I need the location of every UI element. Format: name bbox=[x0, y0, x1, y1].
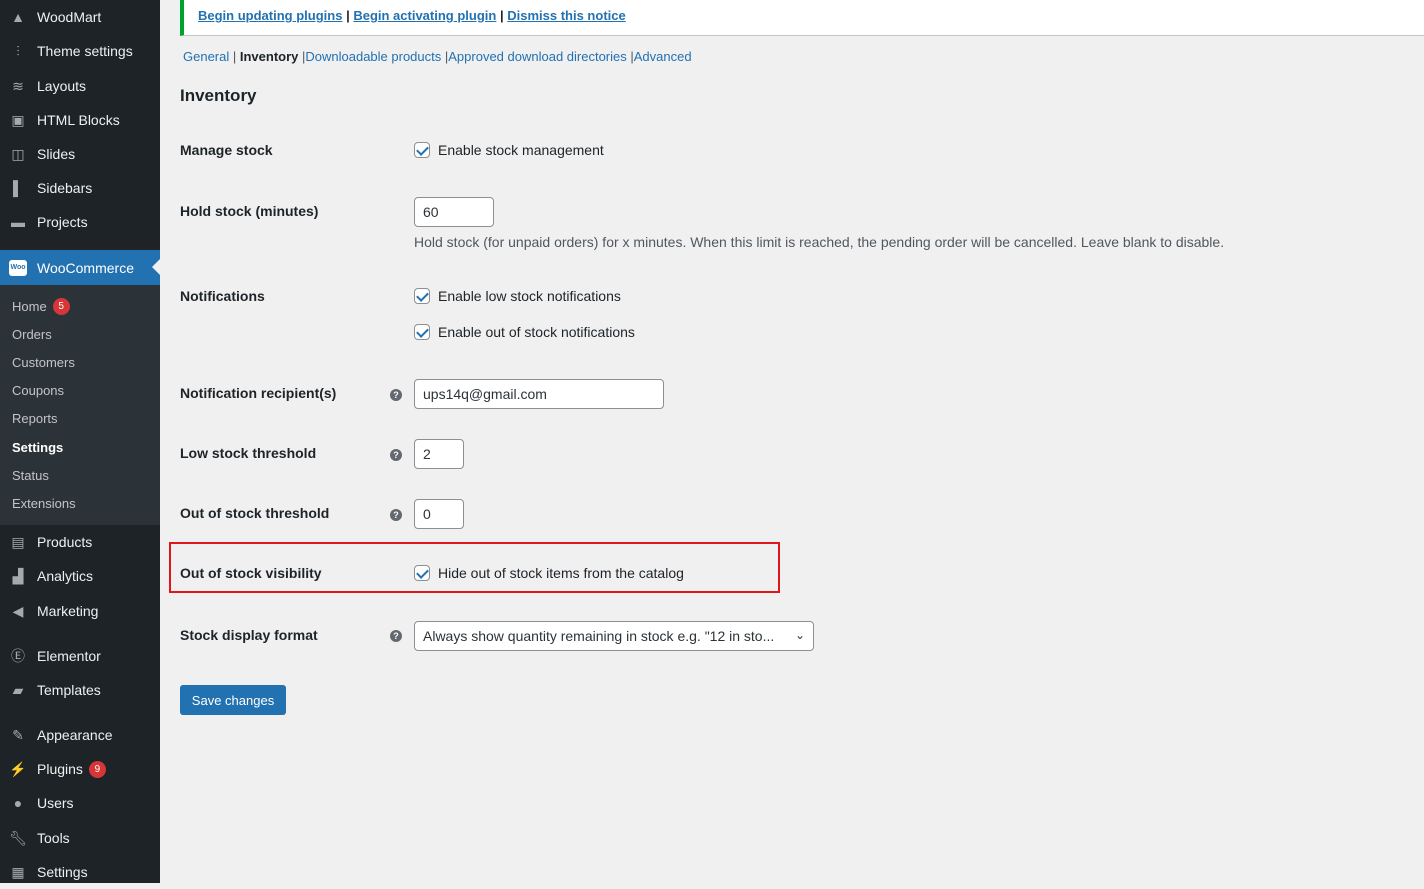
checkbox-checked[interactable] bbox=[414, 565, 430, 581]
sidebar-item-settings[interactable]: ▦ Settings bbox=[0, 855, 160, 889]
sidebar-item-layouts[interactable]: ≋ Layouts bbox=[0, 69, 160, 103]
recipient-label: Notification recipient(s) bbox=[180, 385, 337, 401]
user-icon: ● bbox=[13, 795, 23, 811]
hold-stock-input[interactable]: 60 bbox=[414, 197, 494, 227]
stock-display-format-label: Stock display format bbox=[180, 627, 318, 643]
submenu-extensions[interactable]: Extensions bbox=[12, 496, 76, 511]
submenu-status[interactable]: Status bbox=[12, 468, 49, 483]
tab-downloadable-products[interactable]: Downloadable products bbox=[305, 49, 441, 64]
settings-subtabs: General | Inventory |Downloadable produc… bbox=[183, 49, 692, 64]
layers-icon: ≋ bbox=[12, 77, 24, 94]
plugin-notice: Begin updating plugins | Begin activatin… bbox=[180, 0, 1424, 36]
bar-chart-icon: ▟ bbox=[12, 567, 24, 584]
sidebar-item-woocommerce[interactable]: Woo WooCommerce bbox=[0, 250, 160, 285]
folder-icon: ▰ bbox=[12, 681, 24, 698]
checkbox-checked[interactable] bbox=[414, 324, 430, 340]
sidebar-item-elementor[interactable]: Ⓔ Elementor bbox=[0, 639, 160, 673]
recipient-input[interactable]: ups14q@gmail.com bbox=[414, 379, 664, 409]
hold-stock-label: Hold stock (minutes) bbox=[180, 203, 319, 219]
wrench-icon: 🔧︎ bbox=[9, 829, 27, 846]
sidebar-item-templates[interactable]: ▰ Templates bbox=[0, 673, 160, 707]
stock-display-format-select[interactable]: Always show quantity remaining in stock … bbox=[414, 621, 814, 651]
out-of-stock-threshold-input[interactable]: 0 bbox=[414, 499, 464, 529]
submenu-customers[interactable]: Customers bbox=[12, 355, 75, 370]
settings-icon: ▦ bbox=[11, 863, 25, 880]
brush-icon: ✎ bbox=[12, 726, 24, 743]
sidebar-item-slides[interactable]: ◫ Slides bbox=[0, 137, 160, 171]
sidebar-item-appearance[interactable]: ✎ Appearance bbox=[0, 718, 160, 752]
hide-out-of-stock-checkbox[interactable]: Hide out of stock items from the catalog bbox=[414, 565, 684, 581]
code-block-icon: ▣ bbox=[11, 111, 25, 128]
out-of-stock-threshold-label: Out of stock threshold bbox=[180, 505, 330, 521]
sidebar-item-theme-settings[interactable]: ⫶ Theme settings bbox=[0, 34, 160, 68]
low-stock-threshold-label: Low stock threshold bbox=[180, 445, 317, 461]
tab-advanced[interactable]: Advanced bbox=[634, 49, 692, 64]
help-icon[interactable]: ? bbox=[390, 449, 402, 461]
plugins-badge: 9 bbox=[88, 760, 106, 778]
sidebar-item-plugins[interactable]: ⚡ Plugins 9 bbox=[0, 752, 160, 786]
sidebar-item-tools[interactable]: 🔧︎ Tools bbox=[0, 821, 160, 855]
sidebar-item-marketing[interactable]: ◀ Marketing bbox=[0, 594, 160, 628]
submenu-coupons[interactable]: Coupons bbox=[12, 383, 64, 398]
tab-general[interactable]: General bbox=[183, 49, 229, 64]
archive-icon: ▤ bbox=[11, 533, 25, 550]
begin-activating-plugin-link[interactable]: Begin activating plugin bbox=[353, 8, 496, 23]
woocommerce-submenu: Home 5 Orders Customers Coupons Reports S… bbox=[0, 285, 160, 525]
submenu-orders[interactable]: Orders bbox=[12, 327, 52, 342]
sidebar-item-sidebars[interactable]: ▌ Sidebars bbox=[0, 171, 160, 205]
elementor-icon: Ⓔ bbox=[11, 648, 25, 664]
sidebar-item-woodmart[interactable]: ▲ WoodMart bbox=[0, 0, 160, 34]
manage-stock-label: Manage stock bbox=[180, 142, 273, 158]
woo-icon: Woo bbox=[9, 259, 27, 276]
tab-approved-download-directories[interactable]: Approved download directories bbox=[448, 49, 627, 64]
save-changes-button[interactable]: Save changes bbox=[180, 685, 286, 715]
manage-stock-checkbox[interactable]: Enable stock management bbox=[414, 142, 604, 158]
out-of-stock-visibility-label: Out of stock visibility bbox=[180, 565, 322, 581]
megaphone-icon: ◀ bbox=[12, 602, 24, 619]
plug-icon: ⚡ bbox=[9, 760, 27, 777]
admin-sidebar: ▲ WoodMart ⫶ Theme settings ≋ Layouts ▣ HTML… bbox=[0, 0, 160, 883]
sidebar-item-html-blocks[interactable]: ▣ HTML Blocks bbox=[0, 103, 160, 137]
help-icon[interactable]: ? bbox=[390, 389, 402, 401]
submenu-settings[interactable]: Settings bbox=[12, 440, 63, 455]
tab-inventory[interactable]: Inventory bbox=[240, 49, 299, 64]
sliders-icon: ⫶ bbox=[16, 42, 20, 59]
out-of-stock-notifications-checkbox[interactable]: Enable out of stock notifications bbox=[414, 324, 635, 340]
low-stock-notifications-checkbox[interactable]: Enable low stock notifications bbox=[414, 288, 621, 304]
page-title: Inventory bbox=[180, 86, 257, 105]
home-badge: 5 bbox=[52, 298, 70, 315]
chevron-down-icon: ⌄ bbox=[794, 628, 805, 642]
briefcase-icon: ▬ bbox=[11, 214, 25, 230]
woodmart-icon: ▲ bbox=[11, 9, 25, 25]
dismiss-notice-link[interactable]: Dismiss this notice bbox=[507, 8, 625, 23]
begin-updating-plugins-link[interactable]: Begin updating plugins bbox=[198, 8, 342, 23]
sidebar-item-projects[interactable]: ▬ Projects bbox=[0, 205, 160, 239]
submenu-home[interactable]: Home 5 bbox=[12, 298, 70, 315]
checkbox-checked[interactable] bbox=[414, 142, 430, 158]
sidebar-item-users[interactable]: ● Users bbox=[0, 786, 160, 820]
submenu-reports[interactable]: Reports bbox=[12, 411, 58, 426]
checkbox-checked[interactable] bbox=[414, 288, 430, 304]
slides-icon: ◫ bbox=[11, 145, 25, 162]
sidebar-icon: ▌ bbox=[13, 180, 23, 196]
hold-stock-description: Hold stock (for unpaid orders) for x min… bbox=[414, 234, 1225, 250]
help-icon[interactable]: ? bbox=[390, 630, 402, 642]
notifications-label: Notifications bbox=[180, 288, 265, 304]
sidebar-item-analytics[interactable]: ▟ Analytics bbox=[0, 559, 160, 593]
low-stock-threshold-input[interactable]: 2 bbox=[414, 439, 464, 469]
help-icon[interactable]: ? bbox=[390, 509, 402, 521]
sidebar-item-products[interactable]: ▤ Products bbox=[0, 525, 160, 559]
